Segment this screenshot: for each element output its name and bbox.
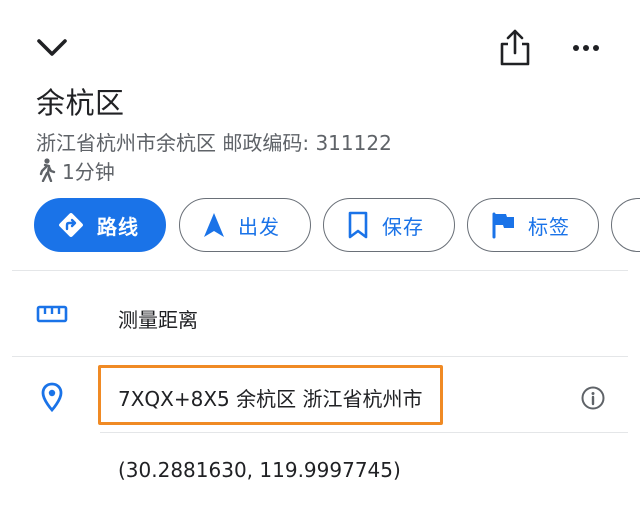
share-icon (500, 29, 530, 66)
top-bar (0, 0, 640, 90)
coordinates-text[interactable]: (30.2881630, 119.9997745) (118, 458, 401, 482)
start-button[interactable]: 出发 (179, 198, 311, 252)
walk-time-row: 1分钟 (36, 156, 115, 184)
divider (100, 432, 628, 433)
measure-distance-label: 测量距离 (118, 308, 198, 332)
navigation-arrow-icon (202, 211, 226, 239)
directions-icon (57, 211, 85, 239)
walking-person-icon (39, 158, 56, 182)
action-chips: 路线 出发 保存 标签 (34, 198, 640, 256)
label-label: 标签 (528, 214, 570, 239)
divider (12, 356, 628, 357)
flag-icon (490, 211, 516, 239)
info-button[interactable] (580, 385, 606, 411)
label-button[interactable]: 标签 (467, 198, 599, 252)
divider (12, 270, 628, 271)
share-button[interactable] (492, 24, 538, 70)
directions-label: 路线 (97, 214, 139, 239)
save-button[interactable]: 保存 (323, 198, 455, 252)
more-options-button[interactable] (562, 28, 610, 68)
directions-button[interactable]: 路线 (34, 198, 166, 252)
plus-code-row[interactable]: 7XQX+8X5 余杭区 浙江省杭州市 (0, 364, 640, 428)
chevron-down-icon (37, 39, 67, 56)
save-label: 保存 (382, 214, 424, 239)
location-pin-icon (40, 382, 64, 412)
ruler-icon (36, 304, 68, 324)
measure-distance-row[interactable]: 测量距离 (0, 292, 640, 342)
collapse-chevron-button[interactable] (28, 28, 76, 68)
plus-code-text: 7XQX+8X5 余杭区 浙江省杭州市 (118, 387, 423, 411)
more-actions-chip[interactable] (611, 198, 640, 252)
place-title: 余杭区 (36, 86, 125, 120)
walk-time-text: 1分钟 (62, 159, 115, 184)
more-horizontal-icon (573, 45, 599, 51)
bookmark-icon (346, 210, 370, 240)
info-icon (581, 386, 605, 410)
place-address: 浙江省杭州市余杭区 邮政编码: 311122 (36, 131, 392, 155)
start-label: 出发 (238, 214, 280, 239)
